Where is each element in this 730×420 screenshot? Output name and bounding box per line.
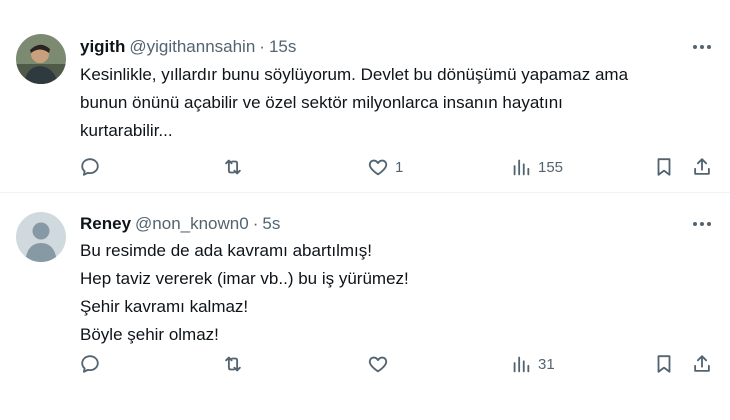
avatar[interactable] — [16, 34, 66, 84]
heart-icon — [368, 356, 388, 373]
tweet-header: yigith @yigithannsahin · 15s — [80, 37, 296, 57]
retweet-button[interactable] — [222, 350, 250, 378]
display-name[interactable]: yigith — [80, 37, 125, 57]
retweet-icon — [225, 159, 241, 175]
tweet[interactable]: yigith @yigithannsahin · 15s Kesinlikle,… — [0, 0, 730, 193]
timestamp[interactable]: 15s — [269, 37, 296, 57]
tweet-text: Kesinlikle, yıllardır bunu söylüyorum. D… — [80, 61, 710, 145]
reply-icon — [81, 355, 99, 373]
tweet-text-line: Böyle şehir olmaz! — [80, 325, 219, 344]
timestamp[interactable]: 5s — [262, 214, 280, 234]
tweet-actions: 31 — [0, 350, 730, 378]
like-button[interactable]: 1 — [367, 153, 403, 181]
view-count: 31 — [538, 355, 555, 373]
retweet-icon — [225, 356, 241, 372]
like-count: 1 — [395, 158, 404, 176]
user-photo-avatar-icon — [16, 34, 66, 84]
tweet-text-line: Şehir kavramı kalmaz! — [80, 297, 249, 316]
default-user-avatar-icon — [16, 212, 66, 262]
view-count: 155 — [538, 158, 564, 176]
display-name[interactable]: Reney — [80, 214, 131, 234]
separator: · — [259, 37, 265, 56]
tweet[interactable]: Reney @non_known0 · 5s Bu resimde de ada… — [0, 194, 730, 420]
tweet-header: Reney @non_known0 · 5s — [80, 214, 280, 234]
like-button[interactable] — [367, 350, 395, 378]
bookmark-button[interactable] — [653, 350, 675, 378]
user-handle[interactable]: @non_known0 — [135, 214, 249, 234]
separator: · — [252, 214, 259, 233]
more-dots-icon — [693, 45, 711, 49]
reply-button[interactable] — [79, 350, 107, 378]
reply-button[interactable] — [79, 153, 107, 181]
tweet-text-line: Kesinlikle, yıllardır bunu söylüyorum. D… — [80, 65, 629, 84]
avatar[interactable] — [16, 212, 66, 262]
heart-icon — [368, 159, 388, 176]
more-options-button[interactable] — [690, 37, 714, 57]
views-chart-icon — [513, 356, 530, 373]
share-icon — [694, 355, 710, 372]
share-button[interactable] — [691, 153, 713, 181]
share-icon — [694, 158, 710, 175]
tweet-text-line: bunun önünü açabilir ve özel sektör mily… — [80, 93, 563, 112]
tweet-actions: 1 155 — [0, 153, 730, 181]
tweet-text: Bu resimde de ada kavramı abartılmış! He… — [80, 237, 710, 349]
tweet-text-line: Bu resimde de ada kavramı abartılmış! — [80, 241, 372, 260]
tweet-text-line: kurtarabilir... — [80, 121, 173, 140]
views-button[interactable]: 31 — [510, 350, 555, 378]
reply-icon — [81, 158, 99, 176]
bookmark-icon — [657, 355, 671, 373]
user-handle[interactable]: @yigithannsahin — [129, 37, 255, 57]
tweet-text-line: Hep taviz vererek (imar vb..) bu iş yürü… — [80, 269, 409, 288]
views-button[interactable]: 155 — [510, 153, 563, 181]
bookmark-button[interactable] — [653, 153, 675, 181]
bookmark-icon — [657, 158, 671, 176]
share-button[interactable] — [691, 350, 713, 378]
more-dots-icon — [693, 222, 711, 226]
more-options-button[interactable] — [690, 214, 714, 234]
views-chart-icon — [513, 159, 530, 176]
retweet-button[interactable] — [222, 153, 250, 181]
